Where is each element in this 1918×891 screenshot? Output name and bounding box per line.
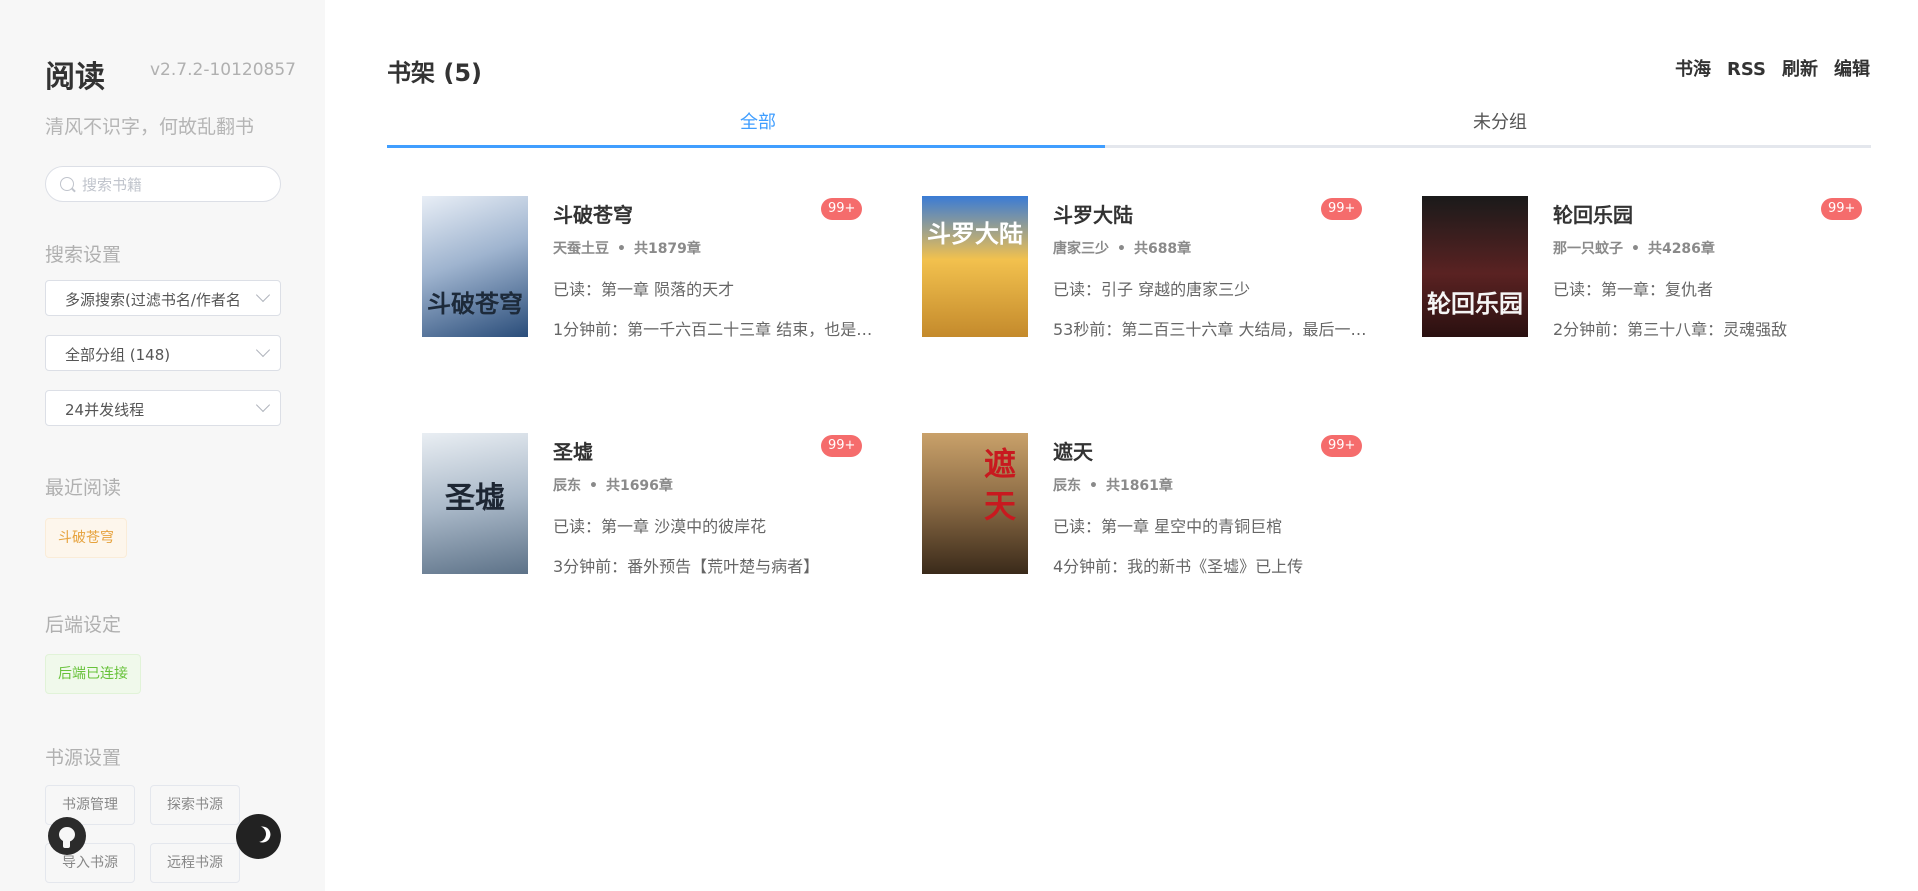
book-author: 辰东	[553, 478, 581, 494]
sidebar: 阅读 v2.7.2-10120857 清风不识字，何故乱翻书 搜索设置 多源搜索…	[0, 0, 325, 891]
book-author: 天蚕土豆	[553, 241, 609, 257]
cover-text: 轮回乐园	[1427, 289, 1523, 318]
search-mode-select[interactable]: 多源搜索(过滤书名/作者名	[45, 280, 281, 316]
book-meta: 天蚕土豆 • 共1879章	[553, 238, 701, 258]
tab-ungrouped[interactable]: 未分组	[1129, 108, 1871, 148]
book-chapters: 共688章	[1133, 241, 1192, 257]
cover-text: 斗破苍穹	[427, 289, 523, 318]
recent-read-label: 最近阅读	[45, 477, 122, 499]
book-read-progress: 已读：引子 穿越的唐家三少	[1053, 280, 1251, 299]
book-chapters: 共4286章	[1647, 241, 1715, 257]
book-latest-chapter: 4分钟前：我的新书《圣墟》已上传	[1053, 557, 1304, 576]
book-cover: 遮天	[922, 433, 1028, 574]
search-box[interactable]	[45, 166, 281, 202]
chevron-down-icon	[255, 342, 271, 358]
book-cover: 斗罗大陆	[922, 196, 1028, 337]
tab-all[interactable]: 全部	[387, 108, 1129, 148]
book-author: 唐家三少	[1053, 241, 1109, 257]
app-version: v2.7.2-10120857	[150, 60, 296, 80]
book-latest-chapter: 1分钟前：第一千六百二十三章 结束，也是开始。	[553, 320, 873, 339]
cover-text: 圣墟	[445, 481, 505, 516]
book-cover: 轮回乐园	[1422, 196, 1528, 337]
night-mode-button[interactable]	[236, 814, 281, 859]
book-meta: 辰东 • 共1696章	[553, 475, 673, 495]
cover-text: 遮天	[983, 445, 1016, 525]
book-card[interactable]: 圣墟 圣墟 99+ 辰东 • 共1696章 已读：第一章 沙漠中的彼岸花 3分钟前：…	[387, 433, 863, 576]
unread-badge: 99+	[1321, 435, 1363, 457]
book-read-progress: 已读：第一章 星空中的青铜巨棺	[1053, 517, 1283, 536]
book-chapters: 共1861章	[1105, 478, 1173, 494]
book-name: 遮天	[1053, 440, 1093, 464]
github-icon[interactable]	[48, 817, 86, 855]
thread-select-value: 24并发线程	[65, 401, 145, 419]
book-author: 辰东	[1053, 478, 1081, 494]
book-name: 斗罗大陆	[1053, 203, 1133, 227]
unread-badge: 99+	[821, 435, 863, 457]
shelf-tabs: 全部 未分组	[387, 108, 1871, 148]
refresh-link[interactable]: 刷新	[1782, 59, 1818, 80]
cover-text: 斗罗大陆	[927, 219, 1023, 248]
backend-status-tag[interactable]: 后端已连接	[45, 654, 141, 694]
shelf-title: 书架 (5)	[387, 59, 482, 87]
search-input[interactable]	[82, 173, 272, 197]
book-chapters: 共1879章	[633, 241, 701, 257]
remote-source-button[interactable]: 远程书源	[150, 843, 240, 883]
search-settings-label: 搜索设置	[45, 244, 122, 266]
group-select-value: 全部分组 (148)	[65, 346, 171, 364]
book-read-progress: 已读：第一章 陨落的天才	[553, 280, 735, 299]
edit-link[interactable]: 编辑	[1834, 59, 1870, 80]
book-card[interactable]: 遮天 遮天 99+ 辰东 • 共1861章 已读：第一章 星空中的青铜巨棺 4分钟前…	[887, 433, 1363, 576]
group-select[interactable]: 全部分组 (148)	[45, 335, 281, 371]
book-card[interactable]: 斗破苍穹 斗破苍穹 99+ 天蚕土豆 • 共1879章 已读：第一章 陨落的天才 1…	[387, 196, 873, 339]
meta-separator: •	[1117, 241, 1126, 257]
book-name: 圣墟	[553, 440, 593, 464]
search-icon	[60, 177, 74, 191]
book-author: 那一只蚊子	[1553, 241, 1623, 257]
chevron-down-icon	[255, 287, 271, 303]
meta-separator: •	[1631, 241, 1640, 257]
unread-badge: 99+	[1321, 198, 1363, 220]
thread-select[interactable]: 24并发线程	[45, 390, 281, 426]
rss-link[interactable]: RSS	[1727, 59, 1766, 80]
app-slogan: 清风不识字，何故乱翻书	[45, 116, 255, 138]
book-read-progress: 已读：第一章：复仇者	[1553, 280, 1714, 299]
book-meta: 那一只蚊子 • 共4286章	[1553, 238, 1715, 258]
book-latest-chapter: 3分钟前：番外预告【荒叶楚与病者】	[553, 557, 820, 576]
book-sea-link[interactable]: 书海	[1675, 59, 1711, 80]
book-name: 轮回乐园	[1553, 203, 1633, 227]
chevron-down-icon	[255, 397, 271, 413]
meta-separator: •	[589, 478, 598, 494]
book-chapters: 共1696章	[605, 478, 673, 494]
source-settings-label: 书源设置	[45, 747, 122, 769]
book-latest-chapter: 53秒前：第二百三十六章 大结局，最后一战（下）	[1053, 320, 1373, 339]
book-read-progress: 已读：第一章 沙漠中的彼岸花	[553, 517, 767, 536]
book-meta: 唐家三少 • 共688章	[1053, 238, 1191, 258]
top-actions: 书海 RSS 刷新 编辑	[1659, 55, 1870, 81]
book-cover: 圣墟	[422, 433, 528, 574]
search-mode-value: 多源搜索(过滤书名/作者名	[65, 291, 241, 309]
meta-separator: •	[1089, 478, 1098, 494]
explore-source-button[interactable]: 探索书源	[150, 785, 240, 825]
book-name: 斗破苍穹	[553, 203, 633, 227]
backend-label: 后端设定	[45, 614, 122, 636]
tab-active-indicator	[387, 145, 1105, 148]
recent-book-tag[interactable]: 斗破苍穹	[45, 518, 127, 558]
meta-separator: •	[617, 241, 626, 257]
book-latest-chapter: 2分钟前：第三十八章：灵魂强敌	[1553, 320, 1788, 339]
book-card[interactable]: 轮回乐园 轮回乐园 99+ 那一只蚊子 • 共4286章 已读：第一章：复仇者 2分…	[1387, 196, 1863, 339]
book-cover: 斗破苍穹	[422, 196, 528, 337]
unread-badge: 99+	[1821, 198, 1863, 220]
book-meta: 辰东 • 共1861章	[1053, 475, 1173, 495]
book-card[interactable]: 斗罗大陆 斗罗大陆 99+ 唐家三少 • 共688章 已读：引子 穿越的唐家三少 5…	[887, 196, 1373, 339]
app-title: 阅读	[45, 60, 105, 95]
unread-badge: 99+	[821, 198, 863, 220]
